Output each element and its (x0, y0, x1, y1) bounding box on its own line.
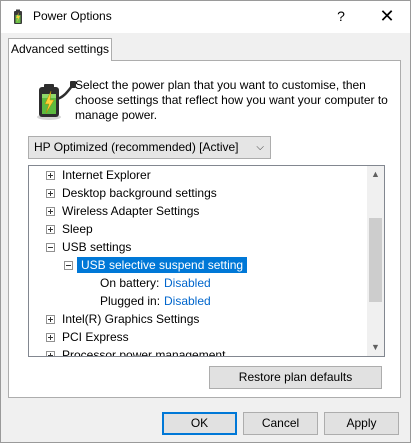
chevron-down-icon: ⌵ (256, 142, 264, 153)
restore-plan-defaults-button[interactable]: Restore plan defaults (209, 366, 382, 389)
setting-label: On battery: (100, 276, 160, 290)
help-button[interactable]: ? (318, 1, 364, 32)
cancel-button[interactable]: Cancel (243, 412, 318, 435)
scroll-down-arrow-icon[interactable]: ▼ (367, 339, 384, 356)
tree-item-label: PCI Express (62, 330, 129, 344)
expand-plus-icon[interactable] (46, 207, 55, 216)
ok-button[interactable]: OK (162, 412, 237, 435)
window-title: Power Options (33, 9, 112, 23)
collapse-minus-icon[interactable] (64, 261, 73, 270)
expand-plus-icon[interactable] (46, 189, 55, 198)
close-button[interactable]: ✕ (364, 1, 410, 32)
tree-item-label: USB settings (62, 240, 132, 254)
title-bar: Power Options ? ✕ (1, 1, 410, 33)
tree-item-label: Internet Explorer (62, 168, 151, 182)
apply-button[interactable]: Apply (324, 412, 399, 435)
settings-tree[interactable]: Internet Explorer Desktop background set… (28, 165, 385, 357)
power-plan-value: HP Optimized (recommended) [Active] (34, 140, 239, 154)
expand-plus-icon[interactable] (46, 225, 55, 234)
vertical-scrollbar[interactable]: ▲ ▼ (367, 166, 384, 356)
advanced-settings-panel: Select the power plan that you want to c… (8, 60, 401, 398)
collapse-minus-icon[interactable] (46, 243, 55, 252)
expand-plus-icon[interactable] (46, 351, 55, 356)
setting-value-link[interactable]: Disabled (164, 274, 211, 292)
tree-item-label: Intel(R) Graphics Settings (62, 312, 200, 326)
tree-item-label-selected: USB selective suspend setting (77, 257, 248, 273)
scrollbar-thumb[interactable] (369, 218, 382, 302)
instructions-text: Select the power plan that you want to c… (75, 78, 388, 122)
tab-advanced-settings[interactable]: Advanced settings (8, 38, 112, 61)
scroll-up-arrow-icon[interactable]: ▲ (367, 166, 384, 183)
tree-item-label: Sleep (62, 222, 93, 236)
expand-plus-icon[interactable] (46, 333, 55, 342)
tree-item-label: Processor power management (62, 348, 226, 356)
power-options-dialog: Power Options ? ✕ Advanced settings Sele… (0, 0, 411, 443)
tree-item-label: Desktop background settings (62, 186, 217, 200)
expand-plus-icon[interactable] (46, 171, 55, 180)
setting-label: Plugged in: (100, 294, 161, 308)
setting-value-link[interactable]: Disabled (164, 292, 211, 310)
tree-item-label: Wireless Adapter Settings (62, 204, 200, 218)
expand-plus-icon[interactable] (46, 315, 55, 324)
battery-icon (37, 81, 76, 120)
power-plan-dropdown[interactable]: HP Optimized (recommended) [Active] ⌵ (28, 136, 271, 159)
power-options-icon (14, 9, 22, 24)
